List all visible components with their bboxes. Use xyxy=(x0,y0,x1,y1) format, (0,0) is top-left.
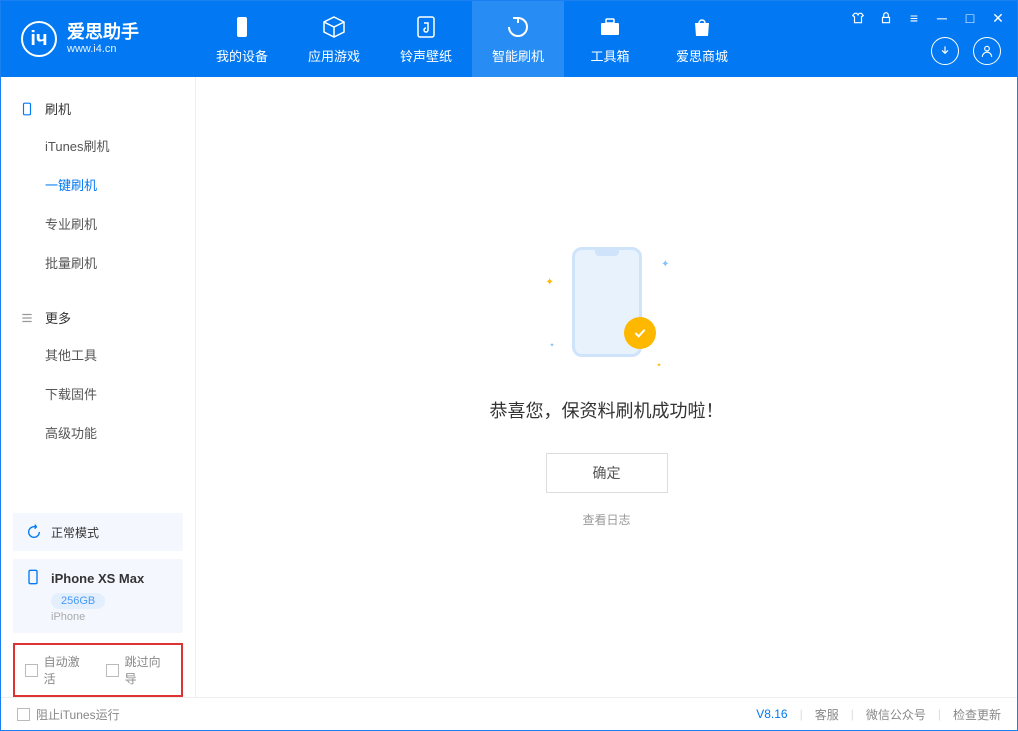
checkbox-label: 跳过向导 xyxy=(125,653,171,687)
status-text: 正常模式 xyxy=(51,524,99,541)
tab-store[interactable]: 爱思商城 xyxy=(656,1,748,77)
logo-area: iч 爱思助手 www.i4.cn xyxy=(1,21,196,57)
sidebar-item-advanced[interactable]: 高级功能 xyxy=(1,413,195,452)
success-illustration: ✦ ✦ ✦ ✦ xyxy=(562,247,652,367)
cube-icon xyxy=(321,14,347,40)
sidebar-item-download-firmware[interactable]: 下载固件 xyxy=(1,374,195,413)
menu-icon[interactable]: ≡ xyxy=(905,9,923,27)
checkmark-badge-icon xyxy=(624,317,656,349)
footer-link-check-update[interactable]: 检查更新 xyxy=(953,706,1001,723)
sparkle-icon: ✦ xyxy=(656,362,661,369)
checkbox-label: 阻止iTunes运行 xyxy=(36,706,120,723)
tab-label: 我的设备 xyxy=(216,46,268,65)
sync-icon xyxy=(25,523,43,541)
sparkle-icon: ✦ xyxy=(661,259,669,270)
sidebar: 刷机 iTunes刷机 一键刷机 专业刷机 批量刷机 更多 其他工具 下载固件 … xyxy=(1,77,196,697)
minimize-icon[interactable]: ─ xyxy=(933,9,951,27)
highlighted-checkbox-row: 自动激活 跳过向导 xyxy=(13,643,183,697)
success-message: 恭喜您，保资料刷机成功啦！ xyxy=(490,397,724,423)
device-icon xyxy=(229,14,255,40)
sidebar-section-flash: 刷机 xyxy=(1,91,195,126)
divider: | xyxy=(800,707,803,721)
tab-toolbox[interactable]: 工具箱 xyxy=(564,1,656,77)
tab-label: 爱思商城 xyxy=(676,46,728,65)
app-logo-icon: iч xyxy=(21,21,57,57)
checkbox-label: 自动激活 xyxy=(44,653,90,687)
device-capacity-badge: 256GB xyxy=(51,593,105,609)
toolbox-icon xyxy=(597,14,623,40)
tab-label: 铃声壁纸 xyxy=(400,46,452,65)
nav-tabs: 我的设备 应用游戏 铃声壁纸 智能刷机 工具箱 爱思商城 xyxy=(196,1,748,77)
tab-smart-flash[interactable]: 智能刷机 xyxy=(472,1,564,77)
checkbox-skip-guide[interactable]: 跳过向导 xyxy=(106,653,171,687)
device-mode-status[interactable]: 正常模式 xyxy=(13,513,183,551)
checkbox-block-itunes[interactable]: 阻止iTunes运行 xyxy=(17,706,120,723)
main-content: ✦ ✦ ✦ ✦ 恭喜您，保资料刷机成功啦！ 确定 查看日志 xyxy=(196,77,1017,697)
checkbox-auto-activate[interactable]: 自动激活 xyxy=(25,653,90,687)
tab-label: 智能刷机 xyxy=(492,46,544,65)
checkbox-icon xyxy=(17,708,30,721)
tab-label: 工具箱 xyxy=(590,46,629,65)
app-title: 爱思助手 xyxy=(67,23,139,43)
refresh-shield-icon xyxy=(505,14,531,40)
status-bar: 阻止iTunes运行 V8.16 | 客服 | 微信公众号 | 检查更新 xyxy=(1,697,1017,730)
download-icon[interactable] xyxy=(931,37,959,65)
section-title: 更多 xyxy=(45,308,71,327)
bag-icon xyxy=(689,14,715,40)
checkbox-icon xyxy=(106,664,119,677)
device-info-box[interactable]: iPhone XS Max 256GB iPhone xyxy=(13,559,183,633)
app-subtitle: www.i4.cn xyxy=(67,43,139,55)
window-controls: ≡ ─ □ ✕ xyxy=(849,9,1007,27)
ok-button[interactable]: 确定 xyxy=(546,453,668,493)
user-icon[interactable] xyxy=(973,37,1001,65)
sidebar-section-more: 更多 xyxy=(1,300,195,335)
tab-label: 应用游戏 xyxy=(308,46,360,65)
device-type-text: iPhone xyxy=(51,611,171,623)
view-log-link[interactable]: 查看日志 xyxy=(582,511,630,528)
divider: | xyxy=(938,707,941,721)
device-name-text: iPhone XS Max xyxy=(51,571,144,586)
checkbox-icon xyxy=(25,664,38,677)
maximize-icon[interactable]: □ xyxy=(961,9,979,27)
sidebar-item-oneclick-flash[interactable]: 一键刷机 xyxy=(1,165,195,204)
lock-icon[interactable] xyxy=(877,9,895,27)
sidebar-item-pro-flash[interactable]: 专业刷机 xyxy=(1,204,195,243)
section-title: 刷机 xyxy=(45,99,71,118)
sidebar-item-itunes-flash[interactable]: iTunes刷机 xyxy=(1,126,195,165)
sparkle-icon: ✦ xyxy=(550,342,555,349)
divider: | xyxy=(851,707,854,721)
sidebar-item-other-tools[interactable]: 其他工具 xyxy=(1,335,195,374)
sparkle-icon: ✦ xyxy=(546,277,554,288)
music-file-icon xyxy=(413,14,439,40)
tab-ringtone-wallpaper[interactable]: 铃声壁纸 xyxy=(380,1,472,77)
footer-link-wechat[interactable]: 微信公众号 xyxy=(866,706,926,723)
sidebar-item-batch-flash[interactable]: 批量刷机 xyxy=(1,243,195,282)
footer-link-support[interactable]: 客服 xyxy=(815,706,839,723)
title-bar: iч 爱思助手 www.i4.cn 我的设备 应用游戏 铃声壁纸 智能刷机 工具… xyxy=(1,1,1017,77)
version-text: V8.16 xyxy=(756,707,787,721)
list-icon xyxy=(19,310,35,326)
phone-small-icon xyxy=(25,569,43,587)
tab-apps-games[interactable]: 应用游戏 xyxy=(288,1,380,77)
close-icon[interactable]: ✕ xyxy=(989,9,1007,27)
shirt-icon[interactable] xyxy=(849,9,867,27)
phone-icon xyxy=(19,101,35,117)
tab-my-device[interactable]: 我的设备 xyxy=(196,1,288,77)
